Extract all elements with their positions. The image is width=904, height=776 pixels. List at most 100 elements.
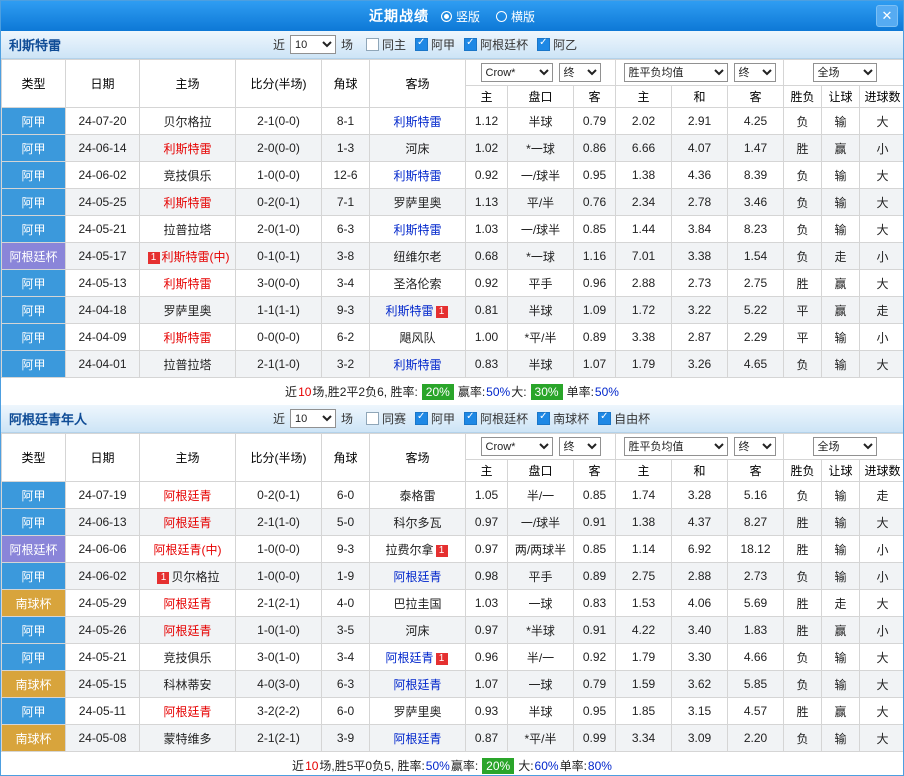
team-name: 利斯特雷 [393,222,442,237]
summary-text: 单率: [559,759,587,773]
handicap-result-cell: 赢 [821,697,861,725]
odds-away-cell: 0.91 [572,508,617,536]
recent-count-select[interactable]: 10 [290,35,337,54]
final-odds-select[interactable]: 终 [733,437,776,456]
corner-cell: 3-9 [321,724,370,752]
match-row: 阿根廷杯 24-05-17 1 利斯特雷(中) 0-1(0-1) 3-8 纽维尔老 0.68 *… [1,242,903,270]
team-name: 利斯特雷 [163,330,212,345]
radio-icon[interactable] [440,10,452,22]
orientation-radio[interactable]: 竖版 [440,8,480,25]
score-cell: 0-1(0-1) [235,242,322,270]
team-name: 阿根廷青 [163,596,212,611]
matches-table: 类型 日期 主场 比分(半场) 角球 客场 Crow* 终 胜平负均值 终 全场… [1,59,903,378]
col-header-eu-draw: 和 [671,85,729,108]
handicap-result-cell: 输 [821,562,861,590]
checkbox-label: 阿根廷杯 [480,412,529,426]
filter-checkbox[interactable]: 阿乙 [537,36,577,53]
checkbox-icon[interactable] [464,411,478,425]
home-team-cell: 利斯特雷 [139,269,236,297]
summary-text: 60% [534,758,559,773]
filter-checkbox[interactable]: 南球杯 [537,410,589,427]
date-cell: 24-05-11 [65,697,140,725]
bookmaker-select[interactable]: Crow* [480,63,553,82]
league-cell: 阿甲 [1,188,66,216]
radio-label: 横版 [511,9,536,24]
odds-home-cell: 0.92 [465,161,508,189]
corner-cell: 7-1 [321,188,370,216]
handicap-result-cell: 输 [821,481,861,509]
filter-checkbox[interactable]: 阿甲 [415,410,455,427]
corner-cell: 3-2 [321,350,370,378]
team-name: 罗萨里奥 [393,704,442,719]
scope-select[interactable]: 全场 [812,437,877,456]
team-name: 阿根廷青 [393,569,442,584]
result-cell: 平 [783,296,823,324]
summary-text: 近 [292,759,305,773]
team-name: 利斯特雷(中) [161,249,230,264]
odds-home-cell: 0.87 [465,724,508,752]
team-name: 拉费尔拿 [385,542,434,557]
col-header-goals: 进球数 [859,459,903,482]
filter-checkbox[interactable]: 阿根廷杯 [464,36,528,53]
league-cell: 阿甲 [1,616,66,644]
match-row: 阿甲 24-04-09 利斯特雷 0-0(0-0) 6-2 飓风队 1.00 *平/半 0.89… [1,323,903,351]
close-button[interactable]: ✕ [876,5,898,27]
checkbox-icon[interactable] [415,411,429,425]
handicap-result-cell: 输 [821,161,861,189]
home-team-cell: 贝尔格拉 [139,107,236,135]
winloss-avg-select[interactable]: 胜平负均值 [623,437,728,456]
winloss-avg-select[interactable]: 胜平负均值 [623,63,728,82]
eu-away-cell: 1.83 [727,616,785,644]
handicap-cell: 半球 [507,350,574,378]
odds-away-cell: 0.86 [572,134,617,162]
checkbox-icon[interactable] [366,38,380,51]
eu-away-cell: 4.57 [727,697,785,725]
odds-home-cell: 0.92 [465,269,508,297]
league-cell: 阿甲 [1,107,66,135]
league-cell: 阿甲 [1,643,66,671]
orientation-radio[interactable]: 横版 [496,8,535,25]
away-team-cell: 利斯特雷 [369,107,466,135]
handicap-cell: 平手 [507,269,574,297]
eu-home-cell: 1.38 [615,508,673,536]
filter-checkbox[interactable]: 自由杯 [598,410,650,427]
away-team-cell: 罗萨里奥 [369,697,466,725]
filter-checkbox[interactable]: 同主 [366,36,406,53]
bookmaker-select[interactable]: Crow* [480,437,553,456]
checkbox-icon[interactable] [366,412,380,425]
checkbox-icon[interactable] [537,411,551,425]
goals-cell: 大 [859,508,903,536]
filter-checkbox[interactable]: 阿根廷杯 [464,410,528,427]
home-team-cell: 蒙特维多 [139,724,236,752]
score-cell: 2-1(1-0) [235,508,322,536]
col-header-eu-home: 主 [615,85,673,108]
eu-home-cell: 1.85 [615,697,673,725]
col-header-goals: 进球数 [859,85,903,108]
checkbox-icon[interactable] [464,37,478,51]
filter-checkbox[interactable]: 同赛 [366,410,406,427]
goals-cell: 走 [859,481,903,509]
corner-cell: 3-4 [321,643,370,671]
final-odds-select[interactable]: 终 [558,63,601,82]
final-odds-select[interactable]: 终 [558,437,601,456]
checkbox-icon[interactable] [598,411,612,425]
scope-select[interactable]: 全场 [812,63,877,82]
final-odds-select[interactable]: 终 [733,63,776,82]
date-cell: 24-05-15 [65,670,140,698]
rate-badge: 20% [421,383,454,400]
eu-home-cell: 3.38 [615,323,673,351]
checkbox-icon[interactable] [537,37,551,51]
panel-header: 阿根廷青年人 近 10 场 同赛 阿甲 阿根廷杯 南球杯 自由杯 [1,405,903,433]
checkbox-icon[interactable] [415,37,429,51]
team-name: 泰格雷 [399,488,436,503]
radio-icon[interactable] [496,10,507,22]
odds-home-cell: 1.02 [465,134,508,162]
col-header-corner: 角球 [321,433,370,482]
recent-count-select[interactable]: 10 [290,409,337,428]
home-team-cell: 阿根廷青 [139,616,236,644]
filter-checkbox[interactable]: 阿甲 [415,36,455,53]
team-name: 罗萨里奥 [163,303,212,318]
match-row: 阿甲 24-07-19 阿根廷青 0-2(0-1) 6-0 泰格雷 1.05 半/一 0.85 1… [1,481,903,509]
handicap-cell: *一球 [507,134,574,162]
summary-text: 10 [305,758,319,773]
